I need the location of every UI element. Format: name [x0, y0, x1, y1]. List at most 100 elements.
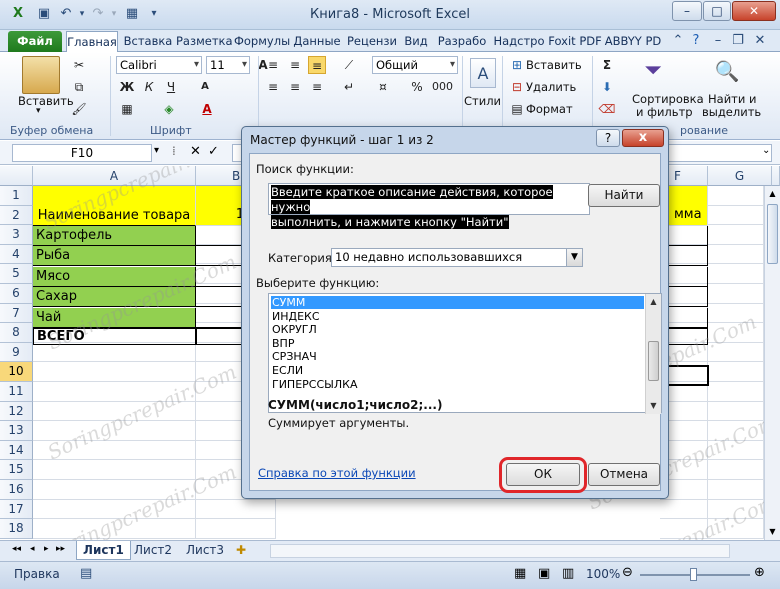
help-icon[interactable]: ?	[688, 33, 704, 49]
row-header[interactable]: 1	[0, 186, 33, 206]
row-header[interactable]: 12	[0, 401, 33, 422]
insert-cells-icon[interactable]: ⊞	[508, 56, 526, 74]
row-header[interactable]: 14	[0, 440, 33, 461]
grid-cell[interactable]	[33, 362, 196, 382]
align-top-icon[interactable]: ≡	[264, 56, 282, 74]
wrap-text-icon[interactable]: ↵	[340, 78, 358, 96]
tab-developer[interactable]: Разрабо	[434, 31, 490, 52]
scroll-up-icon[interactable]: ▲	[765, 186, 780, 202]
accounting-format-icon[interactable]: ¤	[374, 78, 392, 96]
page-break-view-icon[interactable]: ▥	[562, 566, 574, 581]
grid-cell[interactable]	[708, 323, 764, 343]
align-center-icon[interactable]: ≡	[286, 78, 304, 96]
format-cells-icon[interactable]: ▤	[508, 100, 526, 118]
font-name-combo[interactable]: Calibri	[116, 56, 202, 74]
borders-icon[interactable]: ▦	[118, 100, 136, 118]
zoom-in-icon[interactable]: ⊕	[754, 565, 765, 580]
styles-icon[interactable]: A	[470, 58, 496, 88]
row-header[interactable]: 15	[0, 460, 33, 480]
clear-icon[interactable]: ⌫	[598, 100, 616, 118]
next-sheet-icon[interactable]: ▸	[44, 544, 49, 554]
normal-view-icon[interactable]: ▦	[514, 566, 526, 581]
grid-cell[interactable]	[708, 342, 764, 363]
row-header[interactable]: 18	[0, 519, 33, 539]
last-sheet-icon[interactable]: ▸▸	[56, 544, 65, 554]
fill-icon[interactable]: ⬇	[598, 78, 616, 96]
grid-cell[interactable]	[33, 480, 196, 500]
tab-abbyy[interactable]: ABBYY PD	[604, 31, 662, 52]
row-header[interactable]: 16	[0, 480, 33, 500]
grid-cell[interactable]	[660, 519, 708, 539]
function-list-item[interactable]: ОКРУГЛ	[271, 323, 644, 336]
comma-style-icon[interactable]: 000	[432, 78, 453, 96]
maximize-button[interactable]: □	[703, 1, 731, 21]
sort-filter-label-1[interactable]: Сортировка	[632, 92, 704, 106]
orientation-icon[interactable]: ⟋	[340, 56, 358, 74]
product-name-cell[interactable]: Сахар	[33, 287, 196, 308]
find-select-label-2[interactable]: выделить	[702, 105, 761, 119]
function-list-scrollbar[interactable]: ▲ ▼	[645, 294, 661, 414]
shrink-font-icon[interactable]: A	[196, 78, 214, 96]
macro-record-icon[interactable]: ▤	[80, 566, 92, 581]
grid-cell[interactable]	[196, 519, 276, 539]
insert-sheet-icon[interactable]: ✚	[236, 543, 246, 557]
paste-icon[interactable]	[22, 56, 60, 94]
underline-button[interactable]: Ч	[162, 78, 180, 96]
tab-page-layout[interactable]: Разметка	[176, 31, 232, 52]
grid-cell[interactable]	[708, 244, 764, 265]
grid-cell[interactable]	[708, 225, 764, 245]
grid-cell[interactable]	[33, 440, 196, 461]
grid-cell[interactable]	[708, 264, 764, 284]
tab-formulas[interactable]: Формулы	[234, 31, 290, 52]
number-format-combo[interactable]: Общий	[372, 56, 458, 74]
name-box-dropdown-icon[interactable]: ▾	[154, 145, 159, 156]
enter-formula-icon[interactable]: ✓	[208, 144, 219, 159]
product-name-cell[interactable]: Чай	[33, 307, 196, 328]
grid-cell[interactable]	[708, 284, 764, 304]
fill-color-icon[interactable]: ◈	[160, 100, 178, 118]
function-list-item[interactable]: ЕСЛИ	[271, 364, 644, 377]
workbook-restore-icon[interactable]: ❐	[730, 33, 746, 49]
dialog-help-button[interactable]: ?	[596, 129, 620, 147]
delete-cells-button[interactable]: Удалить	[526, 80, 576, 94]
search-function-input[interactable]: Введите краткое описание действия, котор…	[268, 183, 590, 229]
workbook-minimize-icon[interactable]: –	[710, 33, 726, 49]
cancel-formula-icon[interactable]: ✕	[190, 144, 201, 159]
row-header[interactable]: 6	[0, 284, 33, 304]
italic-button[interactable]: К	[140, 78, 158, 96]
grid-cell[interactable]	[708, 421, 764, 441]
align-bottom-icon[interactable]: ≡	[308, 56, 326, 74]
row-header[interactable]: 5	[0, 264, 33, 284]
tab-view[interactable]: Вид	[402, 31, 430, 52]
tab-foxit[interactable]: Foxit PDF	[548, 31, 602, 52]
function-list-item[interactable]: ИНДЕКС	[271, 310, 644, 323]
row-header[interactable]: 11	[0, 382, 33, 402]
sort-filter-label-2[interactable]: и фильтр	[636, 105, 693, 119]
styles-button[interactable]: Стили	[464, 94, 501, 108]
format-cells-button[interactable]: Формат	[526, 102, 573, 116]
row-header[interactable]: 9	[0, 342, 33, 363]
copy-icon[interactable]: ⧉	[70, 78, 88, 96]
grid-cell[interactable]	[708, 362, 764, 382]
first-sheet-icon[interactable]: ◂◂	[12, 544, 21, 554]
expand-formula-icon[interactable]: ⌄	[762, 145, 770, 156]
grid-cell[interactable]	[33, 421, 196, 441]
page-layout-view-icon[interactable]: ▣	[538, 566, 550, 581]
align-left-icon[interactable]: ≡	[264, 78, 282, 96]
minimize-button[interactable]: –	[672, 1, 702, 21]
format-painter-icon[interactable]: 🖌	[70, 100, 88, 118]
grid-cell[interactable]	[33, 401, 196, 422]
row-header[interactable]: 2	[0, 205, 33, 226]
font-color-icon[interactable]: A	[198, 100, 216, 118]
sheet-tab-1[interactable]: Лист1	[76, 541, 131, 560]
scroll-down-icon[interactable]: ▼	[765, 524, 780, 540]
tab-addins[interactable]: Надстро	[492, 31, 546, 52]
function-list-item[interactable]: СУММ	[271, 296, 644, 309]
row-header[interactable]: 3	[0, 225, 33, 245]
row-header[interactable]: 10	[0, 362, 33, 382]
grid-cell[interactable]	[33, 460, 196, 480]
function-list-item[interactable]: ГИПЕРССЫЛКА	[271, 378, 644, 391]
total-label[interactable]: ВСЕГО	[33, 328, 196, 345]
dialog-close-button[interactable]: x	[622, 129, 664, 147]
function-help-link[interactable]: Справка по этой функции	[258, 466, 416, 480]
